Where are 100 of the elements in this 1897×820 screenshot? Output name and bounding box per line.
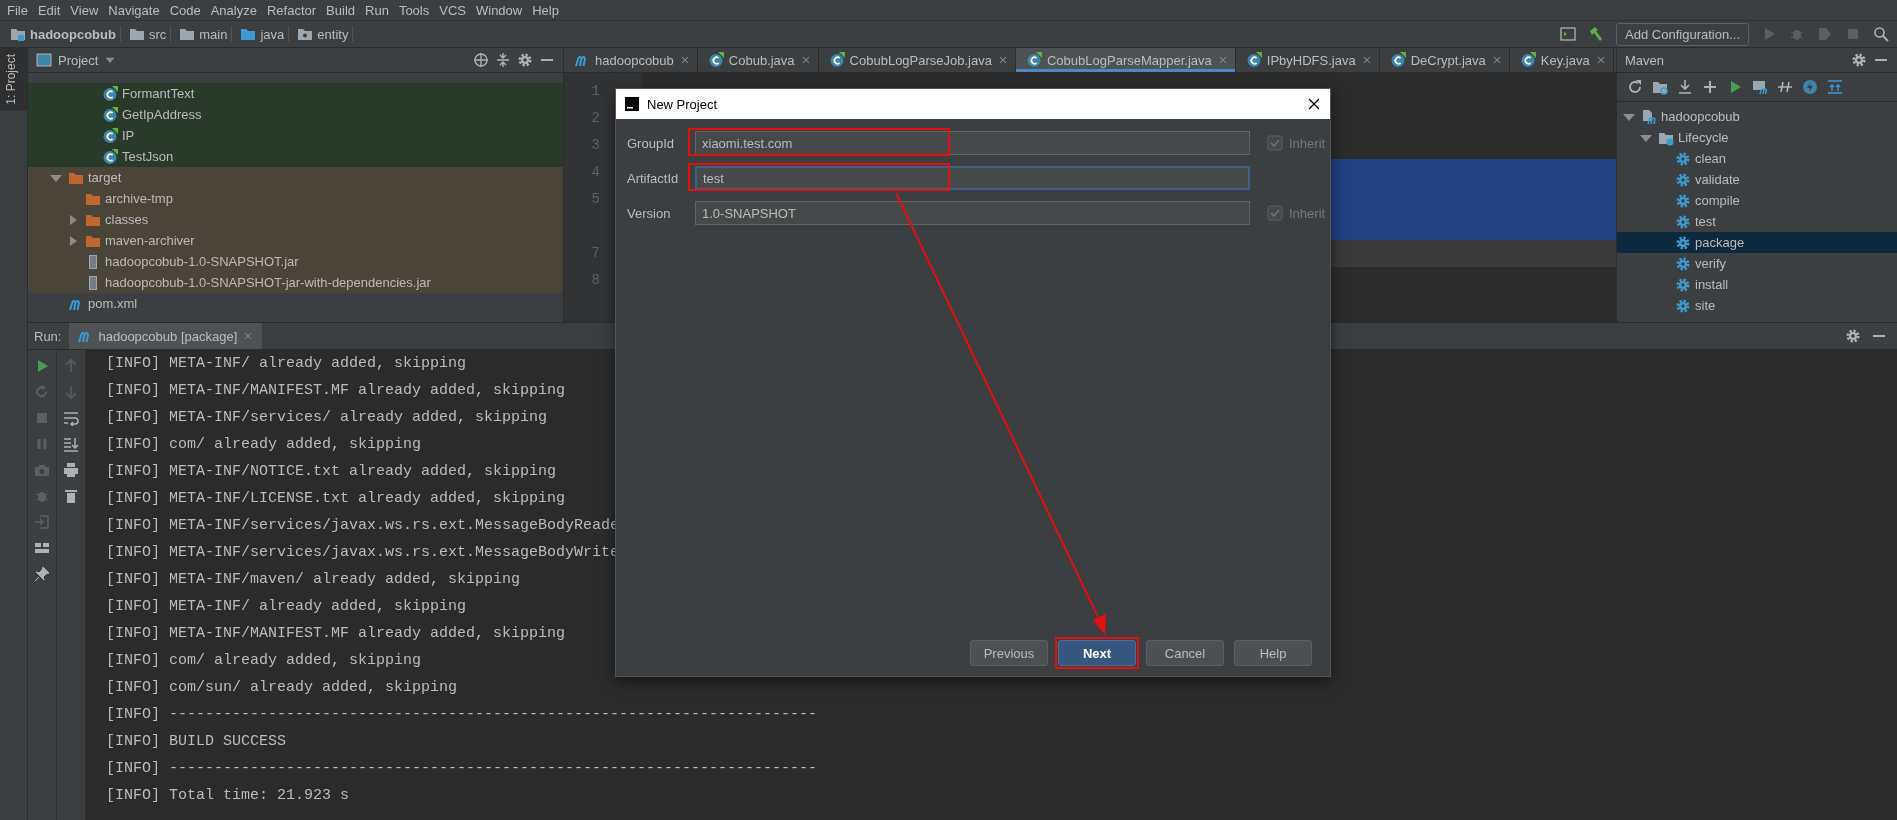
- layout-icon[interactable]: [34, 540, 50, 556]
- maven-terminal-icon[interactable]: [1752, 79, 1768, 95]
- up-arrow-icon[interactable]: [63, 358, 79, 374]
- down-arrow-icon[interactable]: [63, 384, 79, 400]
- editor-tab[interactable]: Cobub.java: [697, 48, 819, 72]
- app-icon: [624, 96, 640, 112]
- tree-item[interactable]: package: [1695, 235, 1745, 250]
- add-icon[interactable]: [1702, 79, 1718, 95]
- editor-tab[interactable]: CobubLogParseMapper.java: [1016, 48, 1236, 72]
- menu-item[interactable]: VCS: [434, 2, 471, 18]
- tree-item[interactable]: target: [88, 170, 122, 185]
- tree-item[interactable]: site: [1695, 298, 1716, 313]
- editor-tab[interactable]: DeCrypt.java: [1379, 48, 1510, 72]
- menu-item[interactable]: Window: [470, 2, 528, 18]
- menu-item[interactable]: Build: [321, 2, 360, 18]
- gear-icon: [1675, 171, 1691, 188]
- class-icon: [102, 148, 118, 165]
- trash-icon[interactable]: [63, 488, 79, 504]
- camera-icon[interactable]: [34, 462, 50, 478]
- breadcrumb-item[interactable]: java: [260, 26, 285, 42]
- terminal-icon[interactable]: [1560, 26, 1577, 42]
- menu-item[interactable]: Code: [164, 2, 206, 18]
- checkbox-label: Inherit: [1289, 205, 1326, 221]
- menu-item[interactable]: View: [65, 2, 104, 18]
- search-icon[interactable]: [1873, 26, 1889, 42]
- console-line: [INFO] BUILD SUCCESS: [106, 732, 287, 752]
- menu-item[interactable]: File: [2, 2, 33, 18]
- collapse-icon[interactable]: [1827, 79, 1843, 95]
- close-icon[interactable]: [1306, 96, 1322, 112]
- coverage-icon[interactable]: [1817, 26, 1833, 42]
- field-label: ArtifactId: [627, 170, 680, 186]
- panel-title: Maven: [1625, 52, 1665, 68]
- settings-icon[interactable]: [1845, 328, 1861, 344]
- class-icon: [1026, 52, 1042, 68]
- menu-item[interactable]: Edit: [32, 2, 66, 18]
- gear-icon: [1675, 192, 1691, 209]
- tree-item[interactable]: install: [1695, 277, 1729, 292]
- menu-item[interactable]: Tools: [393, 2, 435, 18]
- breadcrumb-item[interactable]: entity: [317, 26, 349, 42]
- tree-item[interactable]: maven-archiver: [105, 233, 195, 248]
- tree-item[interactable]: TestJson: [122, 149, 174, 164]
- dialog-button[interactable]: Help: [1234, 640, 1312, 666]
- tree-item[interactable]: hadoopcobub: [1661, 109, 1740, 124]
- menu-item[interactable]: Analyze: [205, 2, 262, 18]
- window-icon: [36, 52, 52, 68]
- lightning-icon[interactable]: [1802, 79, 1818, 95]
- editor-tab[interactable]: IPbyHDFS.java: [1235, 48, 1380, 72]
- tree-item[interactable]: archive-tmp: [105, 191, 173, 206]
- input-field[interactable]: test: [695, 166, 1250, 190]
- input-field[interactable]: 1.0-SNAPSHOT: [695, 201, 1250, 225]
- editor-tab[interactable]: hadoopcobub: [564, 48, 698, 72]
- rerun-icon[interactable]: [34, 384, 50, 400]
- add-configuration-button[interactable]: Add Configuration...: [1616, 22, 1749, 46]
- dialog-button[interactable]: Next: [1058, 640, 1136, 666]
- settings-icon[interactable]: [1851, 52, 1867, 68]
- tree-item[interactable]: classes: [105, 212, 149, 227]
- dialog-button[interactable]: Previous: [970, 640, 1048, 666]
- pin-icon[interactable]: [34, 566, 50, 582]
- tree-item[interactable]: compile: [1695, 193, 1740, 208]
- folder-refresh-icon[interactable]: [1652, 79, 1668, 95]
- input-field[interactable]: xiaomi.test.com: [695, 131, 1250, 155]
- hammer-icon[interactable]: [1588, 26, 1605, 42]
- editor-tab[interactable]: CobubLogParseJob.java: [818, 48, 1016, 72]
- breadcrumb-item[interactable]: hadoopcobub: [30, 26, 116, 42]
- menu-item[interactable]: Run: [360, 2, 394, 18]
- download-icon[interactable]: [1677, 79, 1693, 95]
- collapse-all-icon[interactable]: [495, 52, 511, 68]
- tree-item[interactable]: pom.xml: [88, 296, 138, 311]
- breadcrumb-item[interactable]: src: [148, 26, 167, 42]
- menu-item[interactable]: Help: [527, 2, 564, 18]
- tree-item[interactable]: test: [1695, 214, 1716, 229]
- soft-wrap-icon[interactable]: [63, 410, 79, 426]
- tool-window-tab[interactable]: 1: Project: [0, 48, 27, 111]
- menu-item[interactable]: Refactor: [261, 2, 322, 18]
- tree-item[interactable]: verify: [1695, 256, 1727, 271]
- settings-icon[interactable]: [517, 52, 533, 68]
- editor-tab[interactable]: Key.java: [1509, 48, 1614, 72]
- panel-title[interactable]: Project: [58, 52, 99, 68]
- breadcrumb-item[interactable]: main: [199, 26, 228, 42]
- console-line: [INFO] ------------------------------------------------------------------------: [106, 759, 818, 779]
- toggle-offline-icon[interactable]: [1777, 79, 1793, 95]
- tree-item[interactable]: FormantText: [122, 86, 195, 101]
- tree-item[interactable]: clean: [1695, 151, 1727, 166]
- console-line: [INFO] ------------------------------------------------------------------------: [106, 705, 818, 725]
- tree-item[interactable]: GetIpAddress: [122, 107, 202, 122]
- package-icon: [297, 26, 314, 42]
- run-tab[interactable]: hadoopcobub [package]: [69, 323, 263, 349]
- print-icon[interactable]: [63, 462, 79, 478]
- dialog-button[interactable]: Cancel: [1146, 640, 1224, 666]
- locate-icon[interactable]: [473, 52, 489, 68]
- stop-icon[interactable]: [1845, 26, 1861, 42]
- scroll-to-end-icon[interactable]: [63, 436, 79, 452]
- stop-icon[interactable]: [34, 410, 50, 426]
- tree-item[interactable]: IP: [122, 128, 135, 143]
- console-line: [INFO] com/ already added, skipping: [106, 651, 422, 671]
- tree-item[interactable]: Lifecycle: [1678, 130, 1729, 145]
- exit-icon[interactable]: [34, 514, 50, 530]
- reload-icon[interactable]: [1627, 79, 1643, 95]
- tree-item[interactable]: validate: [1695, 172, 1740, 187]
- menu-item[interactable]: Navigate: [103, 2, 165, 18]
